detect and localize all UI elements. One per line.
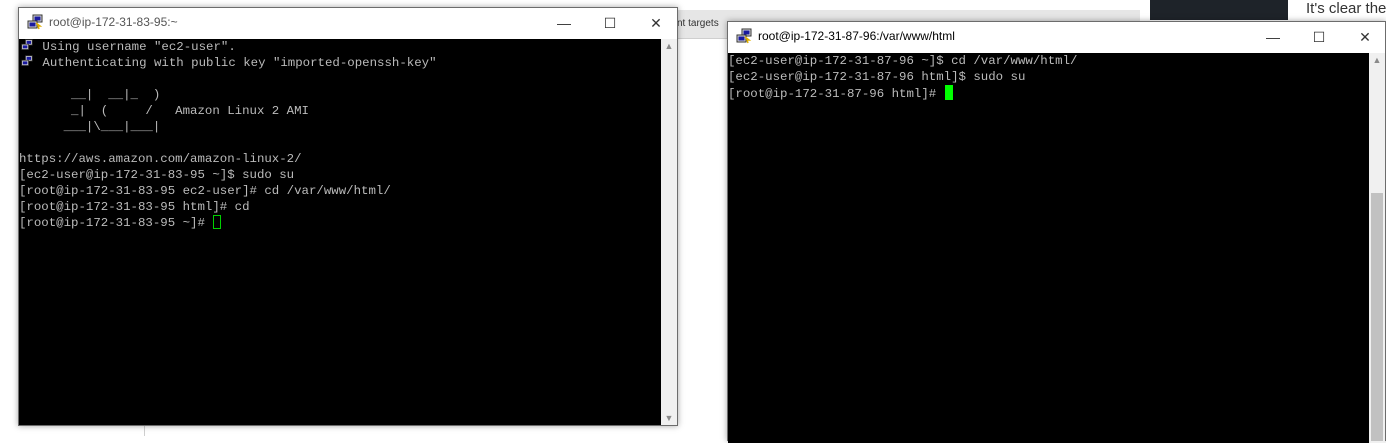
putty-icon [21, 55, 33, 66]
minimize-button[interactable]: — [541, 10, 587, 36]
terminal-line: [ec2-user@ip-172-31-83-95 ~]$ sudo su [19, 168, 295, 182]
maximize-button[interactable]: ☐ [1296, 24, 1342, 50]
terminal-line: _| ( / Amazon Linux 2 AMI [19, 104, 309, 118]
scroll-up-icon[interactable]: ▲ [661, 41, 677, 51]
putty-icon [27, 14, 43, 30]
close-button[interactable]: ✕ [633, 10, 679, 36]
terminal-2[interactable]: [ec2-user@ip-172-31-87-96 ~]$ cd /var/ww… [728, 53, 1369, 443]
putty-window-1[interactable]: root@ip-172-31-83-95:~ — ☐ ✕ Using usern… [18, 7, 678, 426]
terminal-prompt: [root@ip-172-31-83-95 ~]# [19, 216, 213, 230]
terminal-line: [root@ip-172-31-83-95 html]# cd [19, 200, 250, 214]
putty-window-2[interactable]: root@ip-172-31-87-96:/var/www/html — ☐ ✕… [727, 21, 1386, 443]
scroll-up-icon[interactable]: ▲ [1369, 55, 1385, 65]
minimize-button[interactable]: — [1250, 24, 1296, 50]
background-tab-label[interactable]: nt targets [677, 18, 719, 29]
terminal-line: [ec2-user@ip-172-31-87-96 html]$ sudo su [728, 70, 1026, 84]
terminal-line: __| __|_ ) [19, 88, 161, 102]
putty-icon [21, 39, 33, 50]
terminal-line: [root@ip-172-31-87-96 html]# [728, 85, 1369, 101]
terminal-text: Authenticating with public key "imported… [35, 56, 437, 70]
terminal-line: [root@ip-172-31-83-95 ~]# [19, 215, 661, 231]
terminal-line: https://aws.amazon.com/amazon-linux-2/ [19, 152, 302, 166]
close-button[interactable]: ✕ [1342, 24, 1386, 50]
window-1-titlebar[interactable]: root@ip-172-31-83-95:~ — ☐ ✕ [19, 8, 677, 38]
terminal-line: [root@ip-172-31-83-95 ec2-user]# cd /var… [19, 184, 391, 198]
scroll-down-icon[interactable]: ▼ [661, 413, 677, 423]
maximize-button[interactable]: ☐ [587, 10, 633, 36]
scrollbar-thumb[interactable] [1371, 193, 1383, 441]
terminal-2-scrollbar[interactable]: ▲ [1369, 53, 1385, 443]
terminal-line: ___|\___|___| [19, 120, 161, 134]
window-2-title: root@ip-172-31-87-96:/var/www/html [758, 29, 955, 43]
background-dark-header [1150, 0, 1288, 20]
window-2-titlebar[interactable]: root@ip-172-31-87-96:/var/www/html — ☐ ✕ [728, 22, 1385, 52]
terminal-line: [ec2-user@ip-172-31-87-96 ~]$ cd /var/ww… [728, 54, 1078, 68]
terminal-cursor [944, 85, 953, 100]
terminal-text: Using username "ec2-user". [35, 40, 236, 54]
terminal-line: Authenticating with public key "imported… [19, 55, 661, 71]
terminal-line: Using username "ec2-user". [19, 39, 661, 55]
background-text: It's clear the [1306, 0, 1386, 17]
terminal-1-scrollbar[interactable]: ▲ ▼ [661, 39, 677, 425]
putty-icon [736, 28, 752, 44]
terminal-prompt: [root@ip-172-31-87-96 html]# [728, 87, 944, 101]
terminal-cursor [213, 215, 222, 229]
terminal-1[interactable]: Using username "ec2-user". Authenticatin… [19, 39, 661, 425]
window-1-title: root@ip-172-31-83-95:~ [49, 15, 178, 29]
